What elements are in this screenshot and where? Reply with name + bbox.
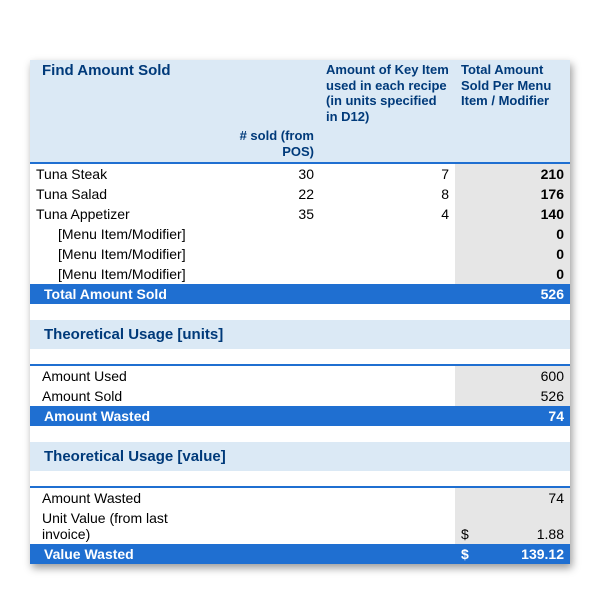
key-item-amount bbox=[320, 244, 455, 264]
col-header-total-sold: Total Amount Sold Per Menu Item / Modifi… bbox=[455, 60, 570, 126]
num-sold: 30 bbox=[200, 163, 320, 184]
amount-wasted-value-label: Amount Wasted bbox=[30, 487, 200, 508]
spreadsheet-table: Find Amount Sold Amount of Key Item used… bbox=[30, 60, 570, 564]
col-header-key-item: Amount of Key Item used in each recipe (… bbox=[320, 60, 455, 126]
amount-wasted-units-label: Amount Wasted bbox=[30, 406, 200, 426]
table-row: [Menu Item/Modifier] 0 bbox=[30, 224, 570, 244]
table-row: Tuna Appetizer354140 bbox=[30, 204, 570, 224]
item-name: [Menu Item/Modifier] bbox=[30, 244, 200, 264]
num-sold bbox=[200, 244, 320, 264]
section-title-theoretical-units: Theoretical Usage [units] bbox=[30, 320, 570, 349]
item-name: Tuna Appetizer bbox=[30, 204, 200, 224]
menu-item-rows: Tuna Steak307210Tuna Salad228176Tuna App… bbox=[30, 163, 570, 284]
item-name: [Menu Item/Modifier] bbox=[30, 224, 200, 244]
num-sold bbox=[200, 224, 320, 244]
row-total: 210 bbox=[455, 163, 570, 184]
key-item-amount: 8 bbox=[320, 184, 455, 204]
item-name: Tuna Salad bbox=[30, 184, 200, 204]
amount-sold-label: Amount Sold bbox=[30, 386, 200, 406]
key-item-amount: 7 bbox=[320, 163, 455, 184]
total-amount-sold-value: 526 bbox=[455, 284, 570, 304]
item-name: Tuna Steak bbox=[30, 163, 200, 184]
table-row: Tuna Steak307210 bbox=[30, 163, 570, 184]
amount-wasted-value-value: 74 bbox=[455, 487, 570, 508]
amount-used-label: Amount Used bbox=[30, 365, 200, 386]
unit-value-label: Unit Value (from last invoice) bbox=[30, 508, 200, 544]
value-wasted-label: Value Wasted bbox=[30, 544, 200, 564]
section-title-theoretical-value: Theoretical Usage [value] bbox=[30, 442, 570, 471]
item-name: [Menu Item/Modifier] bbox=[30, 264, 200, 284]
col-header-num-sold: # sold (from POS) bbox=[200, 126, 320, 162]
amount-wasted-units-value: 74 bbox=[455, 406, 570, 426]
table-row: Tuna Salad228176 bbox=[30, 184, 570, 204]
table-row: [Menu Item/Modifier] 0 bbox=[30, 244, 570, 264]
row-total: 140 bbox=[455, 204, 570, 224]
unit-value-value: $ 1.88 bbox=[455, 508, 570, 544]
amount-used-value: 600 bbox=[455, 365, 570, 386]
num-sold bbox=[200, 264, 320, 284]
row-total: 0 bbox=[455, 264, 570, 284]
key-item-amount bbox=[320, 224, 455, 244]
num-sold: 35 bbox=[200, 204, 320, 224]
table-row: [Menu Item/Modifier] 0 bbox=[30, 264, 570, 284]
key-item-amount bbox=[320, 264, 455, 284]
section-title-find-amount-sold: Find Amount Sold bbox=[30, 60, 200, 94]
amount-sold-value: 526 bbox=[455, 386, 570, 406]
row-total: 0 bbox=[455, 244, 570, 264]
value-wasted-value: $ 139.12 bbox=[455, 544, 570, 564]
key-item-amount: 4 bbox=[320, 204, 455, 224]
num-sold: 22 bbox=[200, 184, 320, 204]
row-total: 0 bbox=[455, 224, 570, 244]
row-total: 176 bbox=[455, 184, 570, 204]
total-amount-sold-label: Total Amount Sold bbox=[30, 284, 200, 304]
